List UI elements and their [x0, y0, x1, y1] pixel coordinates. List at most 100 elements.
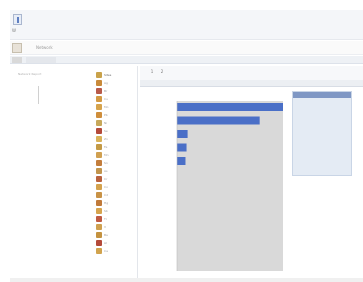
tree-item-label: Mn [104, 153, 109, 157]
tree-item[interactable]: Al [92, 240, 142, 246]
tree-item-label: Sites [104, 73, 112, 77]
legend-row [296, 142, 348, 147]
ribbon-tab-1[interactable] [12, 57, 22, 63]
tree-item[interactable]: Pb [92, 112, 142, 118]
tree-item-label: Hg [104, 201, 109, 205]
legend-row [296, 114, 348, 119]
tree-item-label: V [104, 225, 107, 229]
tree-item[interactable]: Sn [92, 160, 142, 166]
legend-row [296, 177, 348, 182]
tree-item-label: Sb [104, 209, 108, 213]
tree-item-label: Ni [104, 121, 108, 125]
plot-header-strip [140, 80, 363, 87]
layer-icon [96, 136, 102, 142]
chart-tab-1[interactable]: 1 [148, 68, 156, 76]
legend-row [296, 156, 348, 161]
tree-item[interactable]: Cr [92, 176, 142, 182]
legend-row [296, 121, 348, 126]
left-pane: Network Report Sites Ag Br Cu Mo Pb Ni Se Zn Fe Mn… [10, 66, 138, 278]
chart-tab-2[interactable]: 2 [158, 68, 166, 76]
tree-item-label: Co [104, 185, 108, 189]
bar[interactable] [177, 130, 188, 138]
tree-item-label: Cr [104, 177, 108, 181]
layer-icon [96, 96, 102, 102]
tree-item-label: Ba [104, 233, 108, 237]
tree-item-label: Ca [104, 249, 108, 253]
layer-icon [96, 248, 102, 254]
layer-icon [96, 240, 102, 246]
layer-icon [96, 192, 102, 198]
bar[interactable] [177, 143, 187, 152]
tree-item-label: Zn [104, 137, 108, 141]
layer-icon [96, 232, 102, 238]
tree-item[interactable]: Zn [92, 136, 142, 142]
tree-item-label: Cu [104, 97, 108, 101]
ribbon-tab-strip [10, 56, 363, 64]
tree-item[interactable]: Hg [92, 200, 142, 206]
legend-row [296, 107, 348, 112]
layer-icon [96, 104, 102, 110]
info-divider [38, 86, 39, 104]
legend-row [296, 149, 348, 154]
layer-icon [96, 144, 102, 150]
tree-item[interactable]: Fe [92, 144, 142, 150]
legend-row [296, 163, 348, 168]
right-pane: 1 2 [140, 66, 363, 278]
tree-item[interactable]: As [92, 168, 142, 174]
toolbar-label: Network [36, 45, 53, 50]
legend-row [296, 135, 348, 140]
legend-row [296, 100, 348, 105]
info-line: Network Report [18, 72, 42, 76]
tree-item-label: Al [104, 241, 107, 245]
layer-icon [96, 168, 102, 174]
toolbar-icon[interactable] [12, 43, 22, 53]
layer-icon [96, 80, 102, 86]
tree-item-label: Cd [104, 193, 108, 197]
title-bar: W [10, 10, 363, 40]
tree-item-label: Br [104, 89, 108, 93]
bar[interactable] [177, 157, 186, 165]
legend-header [293, 92, 351, 98]
tree-item[interactable]: Mo [92, 104, 142, 110]
tree-item[interactable]: Sb [92, 208, 142, 214]
layer-icon [96, 152, 102, 158]
layer-icon [96, 216, 102, 222]
bar[interactable] [177, 116, 260, 125]
info-panel: Network Report [18, 72, 63, 127]
layer-icon [96, 112, 102, 118]
plot-area [177, 101, 283, 271]
tree-item[interactable]: Co [92, 184, 142, 190]
layer-icon [96, 200, 102, 206]
tree-item-label: Sn [104, 161, 108, 165]
tree-item-label: Ti [104, 217, 107, 221]
ribbon-tab-2[interactable] [26, 57, 56, 63]
tree-item[interactable]: Ag [92, 80, 142, 86]
tree-item[interactable]: Ti [92, 216, 142, 222]
layer-icon [96, 184, 102, 190]
tree-item-label: Fe [104, 145, 108, 149]
status-bar [10, 278, 363, 282]
layer-icon [96, 176, 102, 182]
layer-icon [96, 208, 102, 214]
tree-item[interactable]: Ba [92, 232, 142, 238]
tree-item-label: Mo [104, 105, 109, 109]
legend-row [296, 128, 348, 133]
layer-icon [96, 160, 102, 166]
tree-item[interactable]: Mn [92, 152, 142, 158]
tree-item[interactable]: Br [92, 88, 142, 94]
legend-panel [292, 91, 352, 176]
tree-item[interactable]: V [92, 224, 142, 230]
tree-item[interactable]: Se [92, 128, 142, 134]
layer-icon [96, 224, 102, 230]
bar[interactable] [177, 103, 283, 111]
tree-item[interactable]: Cu [92, 96, 142, 102]
toolbar: Network [10, 41, 363, 55]
app-icon[interactable] [13, 14, 22, 25]
tree-item[interactable]: Cd [92, 192, 142, 198]
layer-icon [96, 128, 102, 134]
tree-item[interactable]: Sites [92, 72, 142, 78]
app-name: W [12, 28, 16, 33]
chart-tabs: 1 2 [140, 66, 363, 80]
tree-item[interactable]: Ca [92, 248, 142, 254]
tree-item[interactable]: Ni [92, 120, 142, 126]
